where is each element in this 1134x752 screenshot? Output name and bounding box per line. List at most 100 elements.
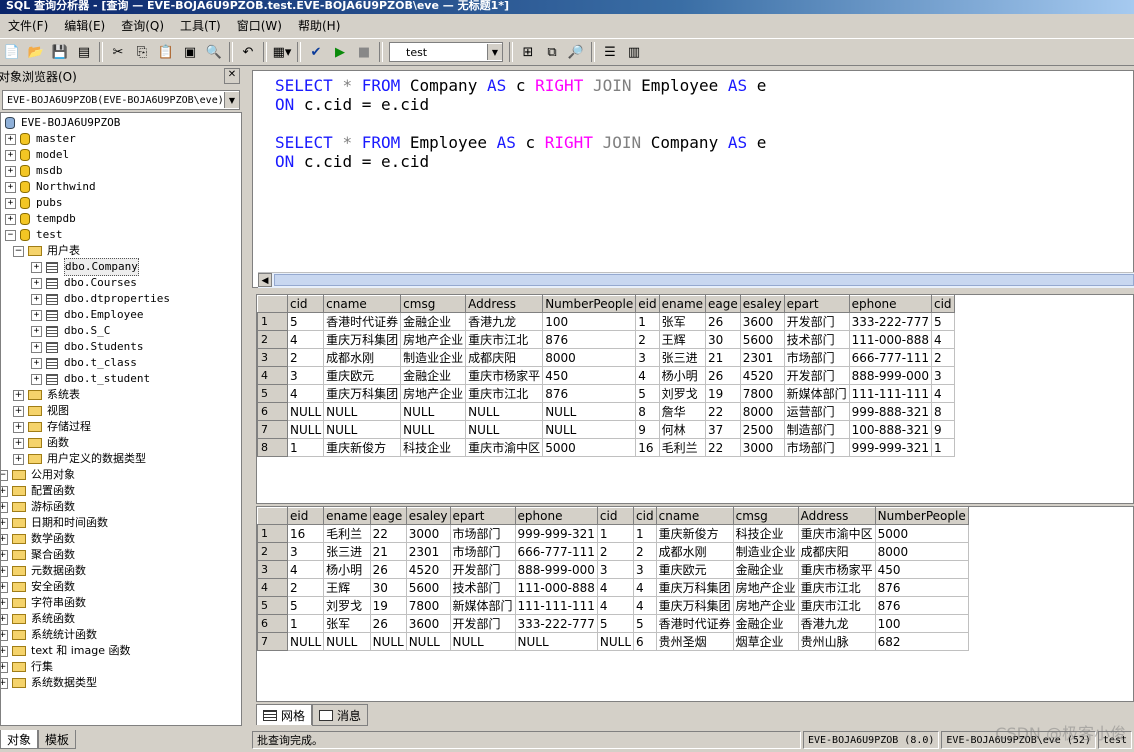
table-cell[interactable]: NULL xyxy=(369,632,407,651)
expand-icon[interactable]: + xyxy=(31,293,42,305)
row-number[interactable]: 4 xyxy=(257,366,288,385)
insert-template-icon[interactable]: ▤ xyxy=(73,41,95,63)
tree-table-courses[interactable]: + dbo.Courses xyxy=(31,275,137,291)
table-cell[interactable]: 8 xyxy=(930,402,955,421)
chevron-down-icon[interactable]: ▼ xyxy=(224,92,239,108)
tree-common-item[interactable]: +游标函数 xyxy=(1,499,75,515)
cut-icon[interactable]: ✂ xyxy=(107,41,129,63)
menu-edit[interactable]: 编辑(E) xyxy=(56,17,113,35)
table-cell[interactable]: 30 xyxy=(369,578,407,597)
table-cell[interactable]: 1 xyxy=(635,312,660,331)
table-cell[interactable]: 26 xyxy=(369,614,407,633)
table-cell[interactable]: 6 xyxy=(633,632,657,651)
table-cell[interactable]: 8 xyxy=(635,402,660,421)
table-cell[interactable]: 重庆市江北 xyxy=(465,384,544,403)
tree-common-item[interactable]: +系统数据类型 xyxy=(1,675,97,691)
table-cell[interactable]: 2 xyxy=(633,542,657,561)
table-cell[interactable]: 2 xyxy=(286,578,325,597)
table-cell[interactable]: NULL xyxy=(405,632,451,651)
table-cell[interactable]: 999-888-321 xyxy=(848,402,932,421)
table-row[interactable]: 2 3 张三进 21 2301 市场部门 666-777-111 2 2 成都水刚 制造业企业 成都庆… xyxy=(257,542,969,561)
table-cell[interactable]: 5600 xyxy=(739,330,785,349)
table-cell[interactable]: 111-000-888 xyxy=(514,578,598,597)
table-row[interactable]: 6 1 张军 26 3600 开发部门 333-222-777 5 5 香港时代证券 金融企业 香港九… xyxy=(257,614,969,633)
table-cell[interactable]: 3 xyxy=(635,348,660,367)
table-cell[interactable]: 450 xyxy=(874,560,969,579)
table-cell[interactable]: 成都水刚 xyxy=(323,348,402,367)
scroll-left-icon[interactable]: ◀ xyxy=(258,273,272,287)
table-cell[interactable]: 重庆万科集团 xyxy=(323,330,402,349)
column-header[interactable]: esaley xyxy=(739,295,785,313)
table-cell[interactable]: 100 xyxy=(542,312,637,331)
table-cell[interactable]: 888-999-000 xyxy=(514,560,598,579)
table-cell[interactable]: 重庆新俊方 xyxy=(323,438,402,457)
tree-common-item[interactable]: +系统统计函数 xyxy=(1,627,97,643)
tree-folder-functions[interactable]: + 函数 xyxy=(13,435,69,451)
table-cell[interactable]: 房地产企业 xyxy=(400,330,467,349)
table-cell[interactable]: 金融企业 xyxy=(400,366,467,385)
table-row[interactable]: 2 4 重庆万科集团 房地产企业 重庆市江北 876 2 王辉 30 5600 技术部门 111-00… xyxy=(257,330,955,349)
tree-folder-procedures[interactable]: + 存储过程 xyxy=(13,419,91,435)
table-cell[interactable]: 21 xyxy=(369,542,407,561)
tree-common-item[interactable]: +行集 xyxy=(1,659,53,675)
find-icon[interactable]: 🔍 xyxy=(203,41,225,63)
parse-check-icon[interactable]: ✔ xyxy=(305,41,327,63)
table-cell[interactable]: 房地产企业 xyxy=(732,596,799,615)
table-cell[interactable]: 市场部门 xyxy=(783,348,850,367)
table-cell[interactable]: 26 xyxy=(705,312,741,331)
table-cell[interactable]: 重庆万科集团 xyxy=(655,596,734,615)
tree-common-item[interactable]: +text 和 image 函数 xyxy=(1,643,130,659)
undo-icon[interactable]: ↶ xyxy=(237,41,259,63)
table-cell[interactable]: 5 xyxy=(286,312,325,331)
table-cell[interactable]: 重庆市江北 xyxy=(465,330,544,349)
table-cell[interactable]: 4 xyxy=(633,578,657,597)
table-cell[interactable]: 张三进 xyxy=(323,542,371,561)
new-query-icon[interactable]: 📄 xyxy=(1,41,23,63)
table-cell[interactable]: 开发部门 xyxy=(783,366,850,385)
expand-icon[interactable]: + xyxy=(1,517,8,529)
table-cell[interactable]: 111-111-111 xyxy=(848,384,932,403)
table-cell[interactable]: 9 xyxy=(930,420,955,439)
table-cell[interactable]: 香港九龙 xyxy=(465,312,544,331)
table-cell[interactable]: 成都庆阳 xyxy=(465,348,544,367)
tree-folder-views[interactable]: + 视图 xyxy=(13,403,69,419)
table-row[interactable]: 4 3 重庆欧元 金融企业 重庆市杨家平 450 4 杨小明 26 4520 开发部门 888-999… xyxy=(257,366,955,385)
table-cell[interactable]: NULL xyxy=(542,420,637,439)
table-cell[interactable]: 开发部门 xyxy=(783,312,850,331)
table-cell[interactable]: 重庆市杨家平 xyxy=(465,366,544,385)
table-cell[interactable]: 金融企业 xyxy=(732,614,799,633)
table-cell[interactable]: 5000 xyxy=(542,438,637,457)
column-header[interactable]: cid xyxy=(596,507,635,525)
table-cell[interactable]: 毛利兰 xyxy=(323,524,371,543)
table-cell[interactable]: 888-999-000 xyxy=(848,366,932,385)
table-cell[interactable]: NULL xyxy=(542,402,637,421)
table-cell[interactable]: 4520 xyxy=(405,560,451,579)
table-cell[interactable]: 876 xyxy=(542,330,637,349)
database-select[interactable]: test ▼ xyxy=(389,42,503,62)
execute-icon[interactable]: ▶ xyxy=(329,41,351,63)
table-cell[interactable]: 金融企业 xyxy=(732,560,799,579)
table-cell[interactable]: 开发部门 xyxy=(449,614,516,633)
table-cell[interactable]: 7800 xyxy=(405,596,451,615)
expand-icon[interactable]: + xyxy=(13,421,24,433)
row-number[interactable]: 2 xyxy=(257,542,288,561)
table-cell[interactable]: 1 xyxy=(286,438,325,457)
table-row[interactable]: 7 NULL NULL NULL NULL NULL 9 何林 37 2500 制造部门 100-88… xyxy=(257,420,955,439)
table-cell[interactable]: 何林 xyxy=(658,420,707,439)
table-cell[interactable]: NULL xyxy=(465,420,544,439)
table-cell[interactable]: 香港时代证券 xyxy=(323,312,402,331)
row-number[interactable]: 7 xyxy=(257,420,288,439)
table-cell[interactable]: 贵州圣烟 xyxy=(655,632,734,651)
expand-icon[interactable]: + xyxy=(1,485,8,497)
table-cell[interactable]: 22 xyxy=(369,524,407,543)
column-header[interactable]: cid xyxy=(633,507,657,525)
tree-db-master[interactable]: + master xyxy=(5,131,76,147)
table-cell[interactable]: 37 xyxy=(705,420,741,439)
table-cell[interactable]: 666-777-111 xyxy=(848,348,932,367)
close-icon[interactable]: ✕ xyxy=(224,68,240,84)
table-cell[interactable]: NULL xyxy=(286,402,325,421)
table-cell[interactable]: 100-888-321 xyxy=(848,420,932,439)
column-header[interactable]: ename xyxy=(323,507,371,525)
tree-table-t-student[interactable]: + dbo.t_student xyxy=(31,371,150,387)
table-cell[interactable]: 8000 xyxy=(542,348,637,367)
